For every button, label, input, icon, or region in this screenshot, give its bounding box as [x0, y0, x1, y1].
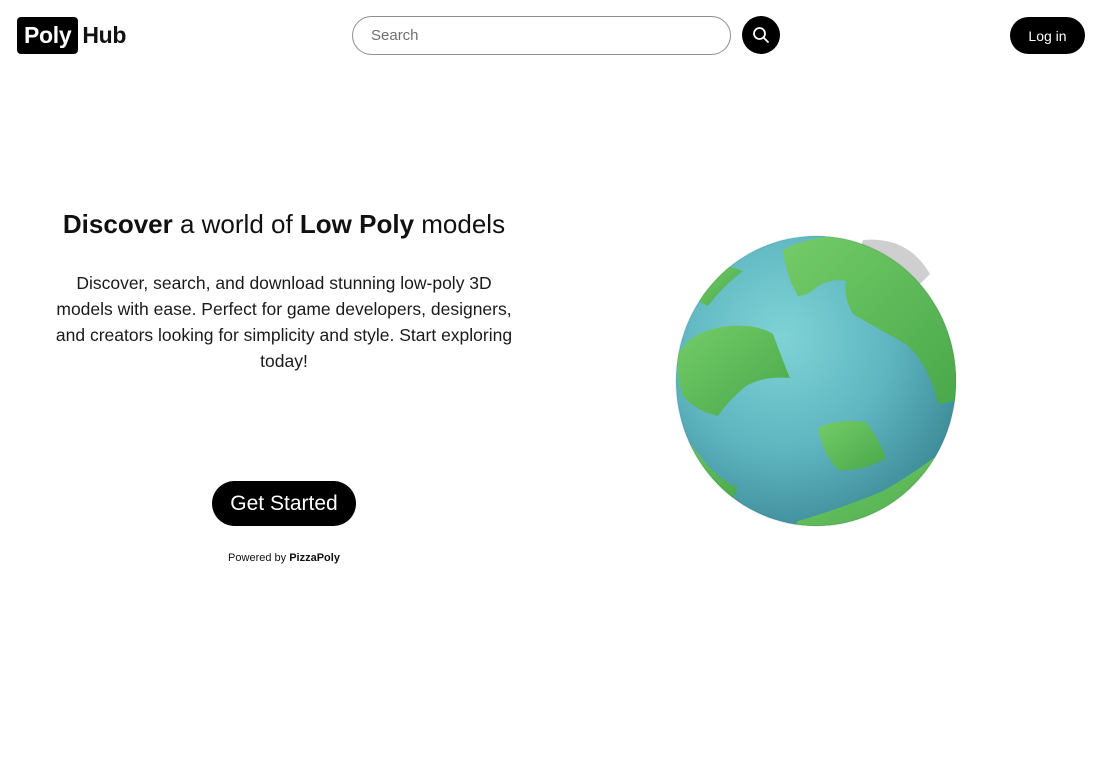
hero-title-bold-2: Low Poly [299, 209, 415, 239]
login-button[interactable]: Log in [1010, 17, 1085, 54]
hero-title-end: models [414, 209, 506, 239]
logo[interactable]: Poly Hub [17, 17, 126, 54]
globe-model[interactable] [668, 226, 968, 536]
powered-by: Powered by PizzaPoly [184, 552, 384, 564]
search-button[interactable] [742, 16, 780, 54]
hero-title: Discover a world of Low Poly models [40, 200, 528, 248]
hero-description: Discover, search, and download stunning … [55, 273, 513, 371]
logo-text: Hub [82, 22, 127, 48]
powered-brand[interactable]: PizzaPoly [289, 552, 340, 564]
get-started-button[interactable]: Get Started [212, 481, 356, 526]
search-bar [352, 16, 731, 55]
header: Poly Hub Log in [0, 0, 1098, 72]
powered-prefix: Powered by [228, 552, 290, 564]
search-input[interactable] [352, 16, 731, 55]
logo-box: Poly [17, 17, 79, 54]
search-icon [753, 27, 769, 43]
hero-content: Discover a world of Low Poly models Disc… [40, 200, 528, 374]
hero-title-mid: a world of [172, 209, 300, 239]
hero-title-bold-1: Discover [62, 209, 173, 239]
